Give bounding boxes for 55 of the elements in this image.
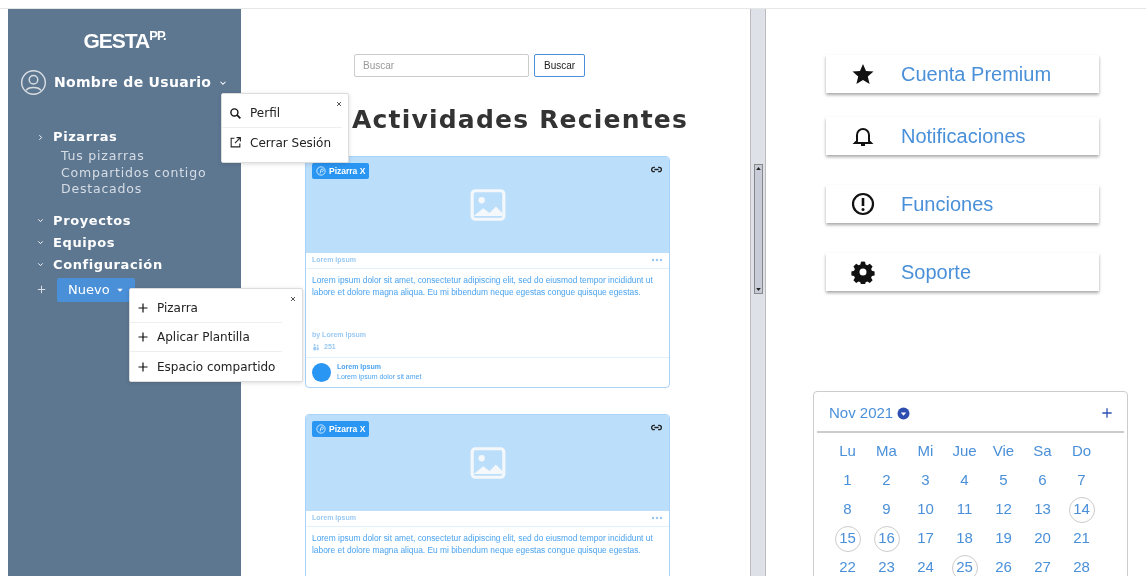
weekday-label: Sa xyxy=(1032,441,1053,462)
calendar-day[interactable]: 12 xyxy=(990,496,1017,523)
calendar-day[interactable]: 19 xyxy=(990,525,1017,552)
menu-item[interactable]: Aplicar Plantilla xyxy=(130,323,283,352)
calendar-day[interactable]: 22 xyxy=(834,554,861,576)
menu-item[interactable]: Perfil xyxy=(222,99,342,128)
card-text: Lorem ipsum dolor sit amet, consectetur adipiscing elit, sed do eiusmod tempor incididunt ut labore et dolore magna aliqua. Eu mi bibendum neque egestas congue quisque egestas. xyxy=(311,531,654,557)
calendar-day[interactable]: 7 xyxy=(1068,467,1095,494)
weekday-label: Jue xyxy=(951,441,978,462)
calendar-day[interactable]: 23 xyxy=(873,554,900,576)
nav-item[interactable]: Equipos xyxy=(36,231,241,254)
nav-subitem[interactable]: Compartidos contigo xyxy=(61,164,241,181)
calendar-day[interactable]: 11 xyxy=(951,496,978,523)
calendar-day[interactable]: 21 xyxy=(1068,525,1095,552)
search-button[interactable]: Buscar xyxy=(534,54,586,77)
calendar-day[interactable]: 26 xyxy=(990,554,1017,576)
calendar-day[interactable]: 3 xyxy=(912,467,939,494)
new-button[interactable]: Nuevo xyxy=(57,277,135,302)
calendar-day[interactable]: 6 xyxy=(1029,467,1056,494)
action-button[interactable]: Soporte xyxy=(826,253,1099,291)
weekday-label: Lu xyxy=(838,441,857,462)
calendar-day[interactable]: 4 xyxy=(951,467,978,494)
menu-item[interactable]: Espacio compartido xyxy=(130,352,283,381)
nav-item[interactable]: Proyectos xyxy=(36,209,241,232)
nav-item[interactable]: Configuración xyxy=(36,253,241,276)
calendar-day[interactable]: 17 xyxy=(912,525,939,552)
action-button[interactable]: Cuenta Premium xyxy=(826,55,1099,93)
board-tag[interactable]: Pizarra X xyxy=(312,162,370,180)
calendar-day[interactable]: 18 xyxy=(951,525,978,552)
page-heading: Actividades Recientes xyxy=(352,104,690,136)
action-button[interactable]: Funciones xyxy=(826,185,1099,223)
weekday-label: Mi xyxy=(916,441,935,462)
calendar-day[interactable]: 10 xyxy=(912,496,939,523)
calendar-day[interactable]: 24 xyxy=(912,554,939,576)
action-button[interactable]: Notificaciones xyxy=(826,117,1099,155)
month-selector[interactable]: Nov 2021 xyxy=(829,402,911,425)
weekday-label: Vie xyxy=(991,441,1016,462)
calendar-day[interactable]: 5 xyxy=(990,467,1017,494)
search-field[interactable]: Buscar xyxy=(354,54,529,77)
calendar-day[interactable]: 13 xyxy=(1029,496,1056,523)
calendar-day[interactable]: 8 xyxy=(834,496,861,523)
calendar-day[interactable]: 20 xyxy=(1029,525,1056,552)
calendar-day[interactable]: 9 xyxy=(873,496,900,523)
board-tag[interactable]: Pizarra X xyxy=(312,420,370,438)
calendar-day[interactable]: 27 xyxy=(1029,554,1056,576)
nav-subitem[interactable]: Destacados xyxy=(61,181,241,198)
weekday-label: Ma xyxy=(875,441,898,462)
weekday-label: Do xyxy=(1070,441,1093,462)
app-logo: GESTA$^{PP.}$ xyxy=(82,27,167,54)
calendar-day[interactable]: 1 xyxy=(834,467,861,494)
menu-item[interactable]: Pizarra xyxy=(130,294,283,323)
calendar-day[interactable]: 28 xyxy=(1068,554,1095,576)
calendar-day[interactable]: 2 xyxy=(873,467,900,494)
card-text: Lorem ipsum dolor sit amet, consectetur adipiscing elit, sed do eiusmod tempor incididunt ut labore et dolore magna aliqua. Eu mi bibendum neque egestas congue quisque egestas. xyxy=(311,273,654,299)
user-name[interactable]: Nombre de Usuario xyxy=(54,72,212,93)
